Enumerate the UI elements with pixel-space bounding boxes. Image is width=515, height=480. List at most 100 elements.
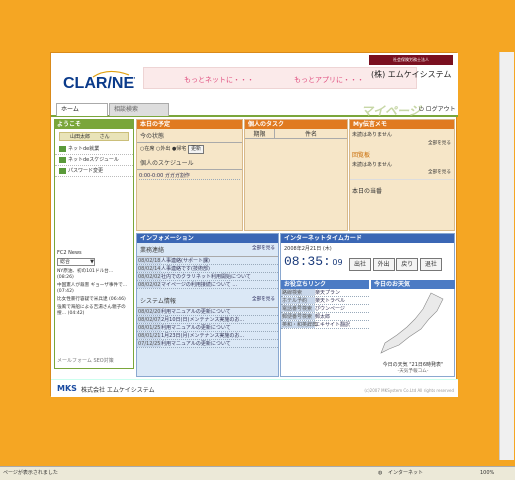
chevron-down-icon: ▼ bbox=[90, 259, 94, 265]
link-row[interactable]: ホテル予約 楽天トラベル bbox=[281, 297, 369, 305]
footer-company: 株式会社 エムケイシステム bbox=[81, 387, 155, 394]
user-name: 山田太郎 bbox=[70, 134, 91, 140]
col-name: 件名 bbox=[304, 131, 317, 138]
clock-in-button[interactable]: 出社 bbox=[349, 258, 372, 271]
weather-source[interactable]: -天気予報コム- bbox=[371, 368, 455, 374]
attendance-icon bbox=[59, 145, 66, 152]
biz-row[interactable]: 08/02/02マイページの利用接続について ... bbox=[137, 281, 278, 289]
link-text: 郵太郎 bbox=[315, 314, 331, 320]
link-name: 路線検索 bbox=[281, 289, 315, 296]
links-list: 路線検索 楽天プラン ホテル予約 楽天トラベル 電話番号検索 ぴウンページ 郵便番号検索 郵太… bbox=[281, 289, 369, 329]
row-text: 人事連絡(サポート課) bbox=[161, 258, 210, 264]
sidebar: ようこそ 山田太郎 さん ネットde就業 ネットdeスケジュール パスワード変更… bbox=[54, 119, 134, 369]
news-item[interactable]: 中国憲人が裁害 ギョーザ事件で… (07:42) bbox=[55, 282, 133, 296]
welcome-title: ようこそ bbox=[55, 120, 133, 129]
link-text: 楽天トラベル bbox=[315, 298, 346, 304]
timecard-panel: インターネットタイムカード 2008年2月21日 (木) 08:35: 09 出… bbox=[280, 233, 455, 377]
banner-right: もっとアプリに・・・ bbox=[294, 76, 364, 84]
sys-row[interactable]: 08/02/20利用マニュアルの更新について bbox=[137, 308, 278, 316]
globe-icon: ◍ bbox=[378, 470, 383, 476]
biz-row[interactable]: 08/02/02社内でのクラリネット利用開始について bbox=[137, 273, 278, 281]
biz-list: 08/02/18人事連絡(サポート課) 08/02/14人事連絡です(技術部) 08… bbox=[137, 257, 278, 289]
link-name: 郵便番号検索 bbox=[281, 313, 315, 320]
memo-text: 未読はありません bbox=[352, 132, 392, 138]
row-date: 08/01/21 bbox=[137, 332, 161, 339]
sidebar-item-attendance[interactable]: ネットde就業 bbox=[55, 144, 133, 155]
weather-note: 今日の天気 "21日6時発表" bbox=[382, 362, 444, 368]
link-row[interactable]: 英和・和英辞典エキサイト翻訳 bbox=[281, 321, 369, 329]
status-label: 今の状態 bbox=[137, 129, 242, 143]
notice-text: 未読はありません bbox=[352, 162, 392, 168]
return-button[interactable]: 戻り bbox=[396, 258, 419, 271]
biz-row[interactable]: 08/02/18人事連絡(サポート課) bbox=[137, 257, 278, 265]
link-text: 楽天プラン bbox=[315, 290, 341, 296]
tab-search[interactable]: 相談検索 bbox=[109, 103, 169, 116]
row-text: 人事連絡です(技術部) bbox=[161, 266, 210, 272]
app-window: CLAR/NET もっとネットに・・・ もっとアプリに・・・ 社会保険労務士法人… bbox=[50, 52, 458, 397]
fc2-news: FC2 News 総合 ▼ NY原油、初の101ドル台… (08:26) 中国憲人… bbox=[55, 250, 133, 318]
logout-button[interactable]: ⏻ ログアウト bbox=[419, 104, 456, 114]
biz-row[interactable]: 08/02/14人事連絡です(技術部) bbox=[137, 265, 278, 273]
row-date: 08/02/02 bbox=[137, 281, 161, 288]
clock-out-button[interactable]: 退社 bbox=[419, 258, 442, 271]
radio-label: 外出 bbox=[160, 146, 171, 152]
sys-title-label: システム情報 bbox=[140, 298, 176, 305]
schedule-title: 個人のスケジュール bbox=[137, 156, 242, 170]
sys-row[interactable]: 07/12/25利用マニュアルの更新について bbox=[137, 340, 278, 348]
row-date: 08/02/14 bbox=[137, 265, 161, 272]
sidebar-item-password[interactable]: パスワード変更 bbox=[55, 166, 133, 177]
footer: MKS 株式会社 エムケイシステム (c)2007 MKSystem Co.Lt… bbox=[51, 379, 458, 397]
go-out-button[interactable]: 外出 bbox=[372, 258, 395, 271]
schedule-text: ガガガ割作 bbox=[164, 173, 190, 179]
tab-home[interactable]: ホーム bbox=[56, 103, 108, 116]
link-row[interactable]: 郵便番号検索 郵太郎 bbox=[281, 313, 369, 321]
news-category-select[interactable]: 総合 ▼ bbox=[57, 258, 95, 266]
sys-see-all[interactable]: 全部を見る bbox=[252, 296, 275, 302]
links-box: お役立ちリンク 路線検索 楽天プラン ホテル予約 楽天トラベル 電話番号検索 ぴウンページ… bbox=[281, 280, 369, 329]
notice-see-all[interactable]: 全部を見る bbox=[350, 169, 454, 175]
status-text: ページが表示されました bbox=[3, 470, 58, 476]
radio-out[interactable]: ○外出 bbox=[156, 146, 170, 152]
weather-map bbox=[380, 292, 444, 354]
sys-row[interactable]: 08/01/25利用マニュアルの更新について bbox=[137, 324, 278, 332]
update-button[interactable]: 更新 bbox=[187, 145, 204, 154]
link-row[interactable]: 電話番号検索 ぴウンページ bbox=[281, 305, 369, 313]
sidebar-item-schedule[interactable]: ネットdeスケジュール bbox=[55, 155, 133, 166]
sidebar-menu: ネットde就業 ネットdeスケジュール パスワード変更 bbox=[55, 144, 133, 177]
company-name: (株) エムケイシステム bbox=[371, 70, 452, 79]
logout-icon: ⏻ bbox=[419, 106, 424, 113]
links-title: お役立ちリンク bbox=[281, 280, 369, 289]
fc2-title: FC2 News bbox=[57, 250, 82, 256]
biz-see-all[interactable]: 全部を見る bbox=[252, 245, 275, 251]
radio-in[interactable]: ○在席 bbox=[140, 146, 154, 152]
reg-badge: 社会保険労務士法人 bbox=[369, 55, 453, 65]
news-item[interactable]: NY原油、初の101ドル台… (08:26) bbox=[55, 268, 133, 282]
sys-row[interactable]: 08/02/072月10日(日)メンテナンス実施のお... bbox=[137, 316, 278, 324]
status-zone: インターネット bbox=[388, 470, 424, 476]
link-text: エキサイト翻訳 bbox=[315, 322, 351, 328]
link-text: ぴウンページ bbox=[315, 306, 345, 312]
mailform-link[interactable]: メールフォーム SEO対策 bbox=[57, 357, 114, 364]
weather-title: 今日のお天気 bbox=[371, 280, 455, 289]
sys-list: 08/02/20利用マニュアルの更新について 08/02/072月10日(日)メン… bbox=[137, 308, 278, 348]
sys-row[interactable]: 08/01/211月23日(月)メンテナンス実施のお... bbox=[137, 332, 278, 340]
tasks-header: 期限 件名 bbox=[245, 129, 347, 139]
select-value: 総合 bbox=[60, 259, 71, 265]
news-item[interactable]: 比女性暴行容疑で米兵逮 (06:46) bbox=[55, 296, 133, 304]
sidebar-item-label: ネットde就業 bbox=[68, 146, 100, 152]
link-name: 英和・和英辞典 bbox=[281, 321, 318, 328]
scrollbar[interactable] bbox=[499, 52, 514, 460]
row-text: 利用マニュアルの更新について bbox=[161, 309, 231, 315]
schedule-item[interactable]: 0:00-0:00 ガガガ割作 bbox=[139, 172, 240, 180]
logout-label: ログアウト bbox=[425, 106, 456, 113]
row-text: 社内でのクラリネット利用開始について bbox=[161, 274, 251, 280]
row-date: 08/02/18 bbox=[137, 257, 161, 264]
news-item[interactable]: 強風で海船による吉湯さん親子の捜… (04:42) bbox=[55, 304, 133, 318]
row-date: 08/01/25 bbox=[137, 324, 161, 331]
footer-logo-icon: MKS bbox=[57, 384, 77, 393]
radio-away[interactable]: ●帰宅 bbox=[172, 146, 186, 152]
link-row[interactable]: 路線検索 楽天プラン bbox=[281, 289, 369, 297]
status-zoom[interactable]: 100% bbox=[480, 467, 494, 480]
tab-home-label: ホーム bbox=[61, 106, 79, 113]
timecard-date: 2008年2月21日 (木) bbox=[284, 246, 332, 252]
